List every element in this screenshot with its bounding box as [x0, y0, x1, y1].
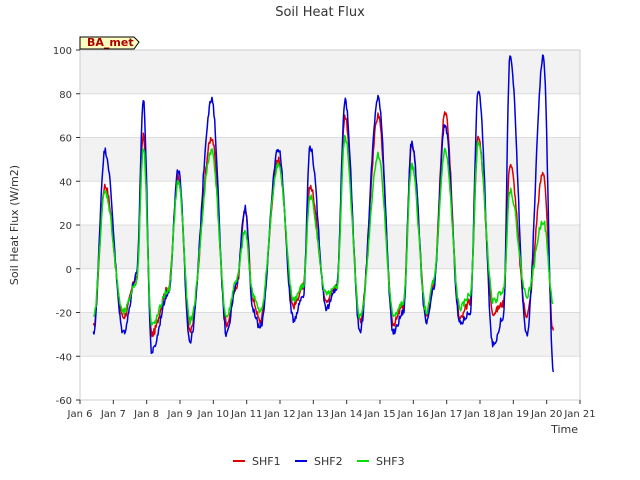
x-tick-label: Jan 9 — [167, 409, 193, 420]
y-tick-label: 100 — [53, 46, 72, 57]
x-tick-label: Jan 20 — [530, 409, 562, 420]
x-tick-label: Jan 19 — [497, 409, 529, 420]
annotation-box: BA_met — [79, 36, 140, 50]
legend-item-shf3: SHF3 — [357, 455, 405, 468]
grid-band — [80, 50, 580, 94]
y-tick-label: 0 — [66, 265, 72, 276]
y-axis-ticks: -60 -40 -20 0 20 40 60 80 100 — [53, 46, 80, 407]
x-tick-label: Jan 13 — [297, 409, 329, 420]
y-tick-label: -60 — [56, 396, 72, 407]
x-tick-label: Jan 16 — [397, 409, 429, 420]
x-tick-label: Jan 17 — [430, 409, 462, 420]
x-tick-label: Jan 18 — [463, 409, 495, 420]
y-tick-label: 80 — [59, 90, 72, 101]
legend-label: SHF2 — [314, 455, 343, 468]
annotation-text: BA_met — [87, 36, 134, 49]
y-tick-label: 60 — [59, 134, 72, 145]
soil-heat-flux-chart: Soil Heat Flux -60 -40 -20 0 20 40 60 80 100 Jan… — [8, 5, 596, 468]
x-tick-label: Jan 7 — [100, 409, 126, 420]
legend-label: SHF1 — [252, 455, 281, 468]
y-tick-label: -20 — [56, 309, 72, 320]
x-tick-label: Jan 8 — [133, 409, 159, 420]
x-tick-label: Jan 12 — [263, 409, 295, 420]
x-tick-label: Jan 15 — [363, 409, 395, 420]
x-tick-label: Jan 6 — [67, 409, 93, 420]
legend-item-shf2: SHF2 — [295, 455, 343, 468]
y-tick-label: -40 — [56, 352, 72, 363]
y-axis-label: Soil Heat Flux (W/m2) — [8, 165, 21, 285]
legend-label: SHF3 — [376, 455, 405, 468]
grid-band — [80, 137, 580, 182]
y-tick-label: 20 — [59, 221, 72, 232]
chart-title: Soil Heat Flux — [275, 5, 365, 20]
x-tick-label: Jan 21 — [563, 409, 595, 420]
x-tick-label: Jan 11 — [230, 409, 262, 420]
y-tick-label: 40 — [59, 177, 72, 188]
legend-item-shf1: SHF1 — [233, 455, 281, 468]
legend: SHF1 SHF2 SHF3 — [233, 455, 405, 468]
x-tick-label: Jan 14 — [330, 409, 362, 420]
x-tick-label: Jan 10 — [197, 409, 229, 420]
x-axis-label: Time — [550, 423, 578, 436]
grid-bands — [80, 50, 580, 357]
x-axis-ticks: Jan 6 Jan 7 Jan 8 Jan 9 Jan 10 Jan 11 Jan 12 Ja… — [67, 400, 596, 420]
